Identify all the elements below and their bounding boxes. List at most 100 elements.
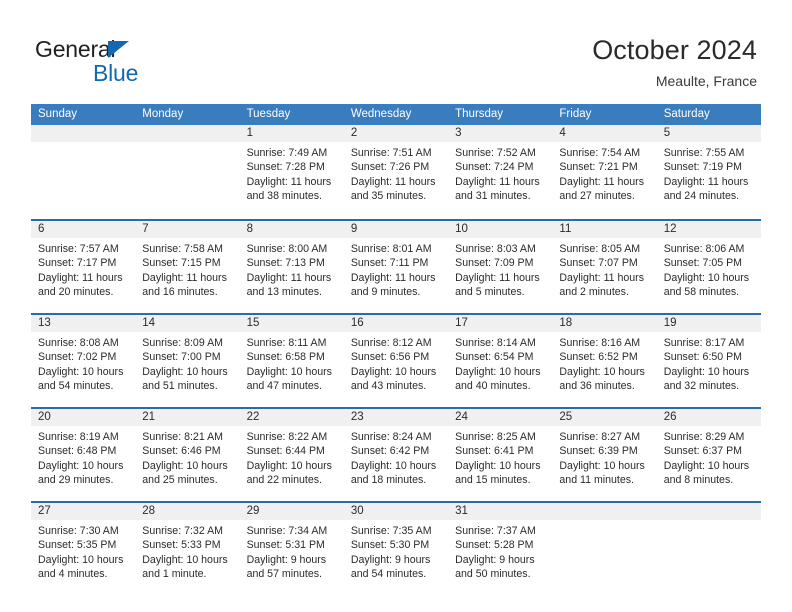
sunset-text: Sunset: 5:35 PM xyxy=(38,539,117,552)
calendar-day-cell[interactable]: 26 Sunrise: 8:29 AM Sunset: 6:37 PM Dayligh… xyxy=(656,409,761,501)
daylight-text-line2: and 20 minutes. xyxy=(38,286,114,299)
daylight-text-line2: and 29 minutes. xyxy=(38,474,114,487)
sunset-text: Sunset: 7:17 PM xyxy=(38,257,117,270)
day-details: Sunrise: 8:27 AM Sunset: 6:39 PM Daylight:… xyxy=(552,426,656,488)
calendar-day-cell[interactable]: 27 Sunrise: 7:30 AM Sunset: 5:35 PM Dayligh… xyxy=(31,503,136,595)
sunrise-text: Sunrise: 8:27 AM xyxy=(559,431,641,443)
daylight-text-line1: Daylight: 10 hours xyxy=(38,459,124,472)
calendar-day-cell[interactable]: 7 Sunrise: 7:58 AM Sunset: 7:15 PM Daylight… xyxy=(135,221,240,313)
calendar-day-cell[interactable]: 15 Sunrise: 8:11 AM Sunset: 6:58 PM Dayligh… xyxy=(239,315,344,407)
day-number: 20 xyxy=(31,409,136,426)
calendar-day-cell[interactable]: 24 Sunrise: 8:25 AM Sunset: 6:41 PM Dayligh… xyxy=(448,409,553,501)
calendar-day-cell[interactable]: 18 Sunrise: 8:16 AM Sunset: 6:52 PM Dayligh… xyxy=(552,315,657,407)
sunset-text: Sunset: 7:05 PM xyxy=(663,257,743,270)
daylight-text-line1: Daylight: 11 hours xyxy=(559,271,645,284)
calendar-week-row: 1 Sunrise: 7:49 AM Sunset: 7:28 PM Daylight… xyxy=(31,125,761,219)
daylight-text-line1: Daylight: 11 hours xyxy=(246,271,332,284)
day-details: Sunrise: 8:16 AM Sunset: 6:52 PM Daylight:… xyxy=(552,332,656,394)
sunrise-text: Sunrise: 7:35 AM xyxy=(350,525,432,537)
day-number: 12 xyxy=(656,221,761,238)
sunset-text: Sunset: 7:24 PM xyxy=(455,161,534,174)
calendar-day-cell[interactable]: 2 Sunrise: 7:51 AM Sunset: 7:26 PM Daylight… xyxy=(343,125,449,219)
calendar-day-cell[interactable]: 28 Sunrise: 7:32 AM Sunset: 5:33 PM Dayligh… xyxy=(135,503,240,595)
calendar-day-cell[interactable]: 14 Sunrise: 8:09 AM Sunset: 7:00 PM Dayligh… xyxy=(135,315,240,407)
sunrise-text: Sunrise: 8:29 AM xyxy=(663,431,745,443)
day-number xyxy=(135,125,240,142)
calendar-day-cell[interactable]: 23 Sunrise: 8:24 AM Sunset: 6:42 PM Dayligh… xyxy=(343,409,449,501)
calendar-week-row: 6 Sunrise: 7:57 AM Sunset: 7:17 PM Daylight… xyxy=(31,219,761,313)
calendar-day-cell[interactable]: 19 Sunrise: 8:17 AM Sunset: 6:50 PM Dayligh… xyxy=(656,315,761,407)
calendar-day-cell[interactable]: 1 Sunrise: 7:49 AM Sunset: 7:28 PM Daylight… xyxy=(239,125,344,219)
sunset-text: Sunset: 6:41 PM xyxy=(455,445,534,458)
day-number: 4 xyxy=(552,125,657,142)
day-details: Sunrise: 8:00 AM Sunset: 7:13 PM Daylight:… xyxy=(240,238,344,300)
day-details: Sunrise: 7:32 AM Sunset: 5:33 PM Daylight:… xyxy=(135,520,239,582)
calendar-day-cell[interactable]: 6 Sunrise: 7:57 AM Sunset: 7:17 PM Daylight… xyxy=(31,221,136,313)
calendar-day-cell[interactable]: 3 Sunrise: 7:52 AM Sunset: 7:24 PM Daylight… xyxy=(448,125,553,219)
page-title: October 2024 xyxy=(592,35,757,65)
calendar-day-cell[interactable]: 8 Sunrise: 8:00 AM Sunset: 7:13 PM Daylight… xyxy=(239,221,344,313)
daylight-text-line2: and 27 minutes. xyxy=(559,190,635,203)
day-number: 5 xyxy=(656,125,761,142)
weekday-header-saturday: Saturday xyxy=(663,108,710,120)
day-number: 13 xyxy=(31,315,136,332)
daylight-text-line1: Daylight: 10 hours xyxy=(38,553,124,566)
calendar-day-cell[interactable]: 21 Sunrise: 8:21 AM Sunset: 6:46 PM Dayligh… xyxy=(135,409,240,501)
day-details: Sunrise: 7:54 AM Sunset: 7:21 PM Daylight:… xyxy=(552,142,656,204)
sunset-text: Sunset: 7:26 PM xyxy=(350,161,430,174)
daylight-text-line1: Daylight: 10 hours xyxy=(559,459,645,472)
daylight-text-line2: and 50 minutes. xyxy=(455,568,531,581)
calendar-day-cell[interactable]: 20 Sunrise: 8:19 AM Sunset: 6:48 PM Dayligh… xyxy=(31,409,136,501)
calendar-day-cell[interactable]: 16 Sunrise: 8:12 AM Sunset: 6:56 PM Dayligh… xyxy=(343,315,449,407)
calendar-day-cell[interactable]: 4 Sunrise: 7:54 AM Sunset: 7:21 PM Daylight… xyxy=(552,125,657,219)
calendar-day-cell[interactable]: 11 Sunrise: 8:05 AM Sunset: 7:07 PM Dayligh… xyxy=(552,221,657,313)
sunrise-text: Sunrise: 8:01 AM xyxy=(350,243,432,255)
general-blue-logo[interactable]: General Blue xyxy=(35,38,215,88)
daylight-text-line2: and 36 minutes. xyxy=(559,380,635,393)
sunrise-text: Sunrise: 7:57 AM xyxy=(38,243,119,255)
calendar-day-cell[interactable]: 17 Sunrise: 8:14 AM Sunset: 6:54 PM Dayligh… xyxy=(448,315,553,407)
calendar-day-cell[interactable]: 25 Sunrise: 8:27 AM Sunset: 6:39 PM Dayligh… xyxy=(552,409,657,501)
calendar-day-cell-empty xyxy=(135,125,240,219)
calendar-day-cell[interactable]: 10 Sunrise: 8:03 AM Sunset: 7:09 PM Dayligh… xyxy=(448,221,553,313)
calendar-day-cell[interactable]: 13 Sunrise: 8:08 AM Sunset: 7:02 PM Dayligh… xyxy=(31,315,136,407)
daylight-text-line2: and 57 minutes. xyxy=(246,568,322,581)
daylight-text-line1: Daylight: 11 hours xyxy=(663,175,749,188)
daylight-text-line2: and 51 minutes. xyxy=(142,380,218,393)
sunrise-text: Sunrise: 8:03 AM xyxy=(455,243,536,255)
day-details: Sunrise: 7:55 AM Sunset: 7:19 PM Daylight:… xyxy=(657,142,761,204)
daylight-text-line2: and 47 minutes. xyxy=(246,380,322,393)
sunset-text: Sunset: 7:21 PM xyxy=(559,161,638,174)
daylight-text-line2: and 38 minutes. xyxy=(246,190,322,203)
sunrise-text: Sunrise: 8:17 AM xyxy=(663,337,745,349)
daylight-text-line2: and 43 minutes. xyxy=(350,380,427,393)
day-number: 25 xyxy=(552,409,657,426)
calendar-day-cell[interactable]: 22 Sunrise: 8:22 AM Sunset: 6:44 PM Dayligh… xyxy=(239,409,344,501)
day-details xyxy=(31,142,135,146)
calendar-day-cell[interactable]: 30 Sunrise: 7:35 AM Sunset: 5:30 PM Dayligh… xyxy=(343,503,449,595)
calendar-day-cell[interactable]: 12 Sunrise: 8:06 AM Sunset: 7:05 PM Dayligh… xyxy=(656,221,761,313)
sunset-text: Sunset: 6:58 PM xyxy=(246,351,325,364)
calendar-day-cell[interactable]: 31 Sunrise: 7:37 AM Sunset: 5:28 PM Dayligh… xyxy=(448,503,553,595)
sunrise-text: Sunrise: 7:37 AM xyxy=(455,525,536,537)
daylight-text-line1: Daylight: 11 hours xyxy=(38,271,123,284)
calendar-day-cell[interactable]: 29 Sunrise: 7:34 AM Sunset: 5:31 PM Dayligh… xyxy=(239,503,344,595)
daylight-text-line2: and 13 minutes. xyxy=(246,286,322,299)
calendar-day-cell[interactable]: 9 Sunrise: 8:01 AM Sunset: 7:11 PM Daylight… xyxy=(343,221,449,313)
sunrise-text: Sunrise: 7:49 AM xyxy=(246,147,328,159)
weekday-header-wednesday: Wednesday xyxy=(350,108,412,120)
daylight-text-line2: and 5 minutes. xyxy=(455,286,525,299)
sunset-text: Sunset: 6:56 PM xyxy=(350,351,430,364)
day-details xyxy=(657,520,761,524)
daylight-text-line1: Daylight: 9 hours xyxy=(455,553,535,566)
calendar-day-cell[interactable]: 5 Sunrise: 7:55 AM Sunset: 7:19 PM Daylight… xyxy=(656,125,761,219)
daylight-text-line2: and 18 minutes. xyxy=(350,474,427,487)
sunset-text: Sunset: 6:44 PM xyxy=(246,445,325,458)
daylight-text-line2: and 35 minutes. xyxy=(350,190,427,203)
daylight-text-line1: Daylight: 10 hours xyxy=(246,459,332,472)
day-number: 15 xyxy=(239,315,344,332)
day-number: 11 xyxy=(552,221,657,238)
day-number: 7 xyxy=(135,221,240,238)
daylight-text-line1: Daylight: 10 hours xyxy=(246,365,332,378)
day-details: Sunrise: 7:35 AM Sunset: 5:30 PM Daylight:… xyxy=(344,520,448,582)
